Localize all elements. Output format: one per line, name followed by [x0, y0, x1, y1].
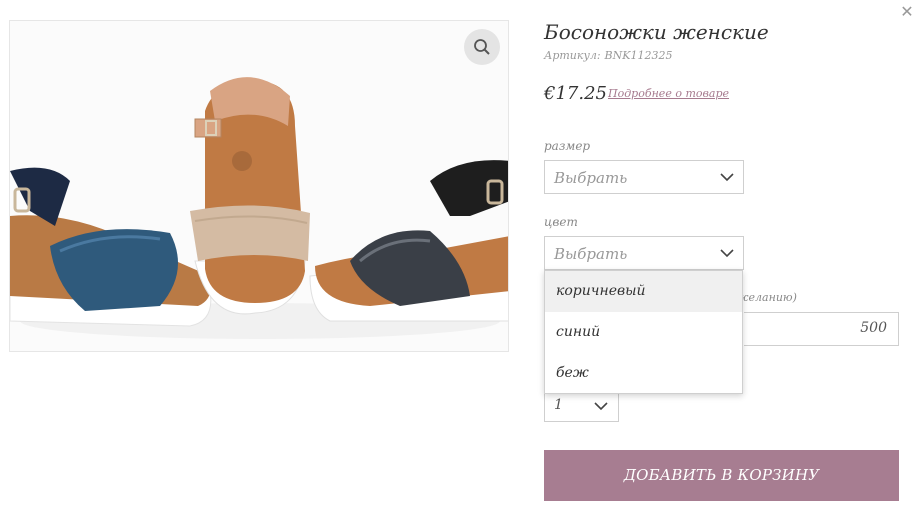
close-icon[interactable]: ✕: [897, 2, 917, 22]
chevron-down-icon: [720, 249, 734, 258]
quantity-select[interactable]: 1: [544, 392, 619, 422]
zoom-button[interactable]: [464, 29, 500, 65]
size-select[interactable]: Выбрать: [544, 160, 744, 194]
sandals-illustration: [10, 77, 508, 339]
price: €17.25: [544, 83, 607, 104]
size-label: размер: [544, 139, 591, 153]
magnifier-icon: [474, 39, 490, 55]
color-select[interactable]: Выбрать: [544, 236, 744, 270]
color-label: цвет: [544, 215, 578, 229]
color-dropdown: коричневый синий беж: [544, 270, 743, 394]
quantity-value: 1: [554, 397, 563, 413]
amount-label-partial: желанию): [736, 291, 797, 304]
product-title: Босоножки женские: [544, 20, 769, 44]
sku: Артикул: BNK112325: [544, 49, 672, 62]
product-image: [9, 20, 509, 352]
chevron-down-icon: [594, 402, 608, 411]
color-option-brown[interactable]: коричневый: [545, 271, 742, 312]
sku-value: BNK112325: [604, 49, 673, 62]
color-option-beige[interactable]: беж: [545, 353, 742, 394]
add-to-cart-button[interactable]: ДОБАВИТЬ В КОРЗИНУ: [544, 450, 899, 501]
amount-input[interactable]: 500: [744, 312, 899, 346]
amount-value: 500: [860, 320, 887, 336]
sku-label: Артикул:: [544, 49, 601, 62]
more-info-link[interactable]: Подробнее о товаре: [608, 87, 729, 100]
size-select-value: Выбрать: [554, 169, 628, 187]
color-option-blue[interactable]: синий: [545, 312, 742, 353]
chevron-down-icon: [720, 173, 734, 182]
color-select-value: Выбрать: [554, 245, 628, 263]
